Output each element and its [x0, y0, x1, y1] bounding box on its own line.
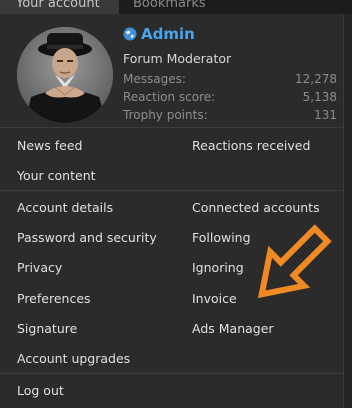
menu-your-content[interactable]: Your content [17, 168, 96, 183]
stat-reaction-score: Reaction score: 5,138 [123, 88, 337, 106]
menu-preferences[interactable]: Preferences [17, 291, 91, 306]
user-title: Forum Moderator [123, 51, 232, 66]
menu-password-security[interactable]: Password and security [17, 230, 157, 245]
log-out-link[interactable]: Log out [17, 383, 64, 398]
tab-bar: Your account Bookmarks [0, 0, 352, 14]
account-popup: Your account Bookmarks Admin Forum Moder… [0, 0, 352, 408]
orange-arrow-icon [257, 224, 332, 299]
menu-account-upgrades[interactable]: Account upgrades [17, 351, 130, 366]
menu-ignoring[interactable]: Ignoring [192, 260, 244, 275]
username[interactable]: Admin [123, 25, 195, 43]
globe-icon [123, 27, 137, 41]
avatar[interactable] [17, 27, 113, 123]
menu-following[interactable]: Following [192, 230, 251, 245]
stat-label: Messages: [123, 72, 186, 86]
divider [0, 373, 344, 374]
divider [0, 127, 344, 128]
stat-label: Trophy points: [123, 108, 208, 122]
username-text: Admin [141, 25, 195, 43]
account-panel: Admin Forum Moderator Messages: 12,278 R… [0, 14, 344, 408]
stat-trophy-points: Trophy points: 131 [123, 106, 337, 124]
stat-value: 5,138 [302, 90, 337, 104]
tab-your-account[interactable]: Your account [0, 0, 119, 14]
menu-signature[interactable]: Signature [17, 321, 77, 336]
divider [0, 190, 344, 191]
menu-privacy[interactable]: Privacy [17, 260, 62, 275]
menu-invoice[interactable]: Invoice [192, 291, 237, 306]
avatar-portrait [17, 27, 113, 123]
stat-value: 12,278 [295, 72, 337, 86]
menu-reactions-received[interactable]: Reactions received [192, 138, 310, 153]
menu-account-details[interactable]: Account details [17, 200, 113, 215]
tab-bookmarks[interactable]: Bookmarks [119, 0, 219, 14]
menu-connected-accounts[interactable]: Connected accounts [192, 200, 320, 215]
user-stats: Messages: 12,278 Reaction score: 5,138 T… [123, 70, 337, 124]
stat-value: 131 [314, 108, 337, 122]
stat-messages: Messages: 12,278 [123, 70, 337, 88]
stat-label: Reaction score: [123, 90, 216, 104]
menu-ads-manager[interactable]: Ads Manager [192, 321, 274, 336]
menu-news-feed[interactable]: News feed [17, 138, 82, 153]
